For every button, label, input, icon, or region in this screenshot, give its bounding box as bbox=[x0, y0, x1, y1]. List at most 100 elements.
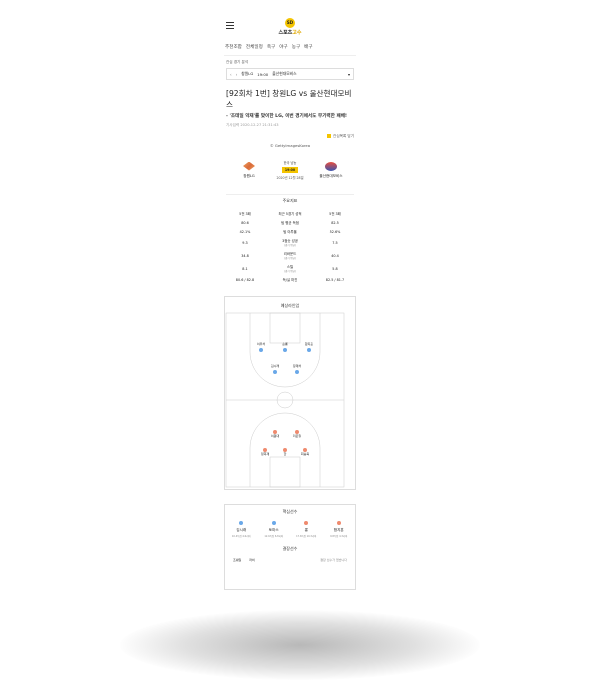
logo-ball-icon: SD bbox=[285, 18, 295, 28]
stat-away: 40.4 bbox=[331, 253, 339, 258]
nav-item[interactable]: 축구 bbox=[267, 44, 275, 50]
stat-label: 팀 평균 득점 bbox=[260, 220, 320, 225]
key-player-name: 토마스 bbox=[268, 528, 279, 532]
stat-home: 8.1 bbox=[242, 266, 248, 271]
match-card: 창원LG 한국 남농 19:00 2020년 12월 28일 울산현대모비스 bbox=[234, 154, 346, 186]
stat-label-sub: (경기 평균) bbox=[284, 257, 296, 260]
key-player: 함지훈 9.8득점 4.3리바 bbox=[324, 521, 354, 538]
player-name: 최승욱 bbox=[300, 452, 310, 456]
logo-mark: SD bbox=[286, 20, 294, 25]
key-players-list: 김시래 10.4득점 4.6리바 토마스 12.6득점 6.8리바 롱 17.6득점 … bbox=[225, 521, 355, 538]
player-dot-icon bbox=[283, 348, 287, 352]
absent-player: 조쉐일 bbox=[233, 558, 242, 562]
player-dot-icon bbox=[295, 370, 299, 374]
stats-header: 주요지표 bbox=[282, 198, 298, 203]
player-dot-icon bbox=[304, 521, 309, 525]
stat-row: 34.8 리바운드 (경기 평균) 40.4 bbox=[226, 249, 354, 262]
add-to-favorites[interactable]: 관심목록 담기 bbox=[224, 134, 354, 139]
no-absent-note: 결장 선수가 없습니다 bbox=[320, 558, 347, 562]
page-shadow bbox=[120, 610, 480, 680]
court-area: 이우석 숀롱 함지훈 김시래 장재석 이원대 리온윌 정희재 한 최승욱 bbox=[225, 312, 355, 489]
nav-item[interactable]: 야구 bbox=[279, 44, 287, 50]
stat-row: 42.1% 팀 야투율 52.6% bbox=[226, 227, 354, 236]
absent-title: 결장선수 bbox=[282, 546, 298, 551]
key-player-stat: 17.6득점 10.3리바 bbox=[296, 535, 317, 538]
player-name: 이우석 bbox=[256, 342, 266, 346]
home-team-name: 창원LG bbox=[243, 173, 255, 178]
key-player-name: 롱 bbox=[304, 528, 308, 532]
stat-home: 42.1% bbox=[239, 229, 251, 234]
menu-icon[interactable] bbox=[226, 22, 234, 29]
article-title: [92회차 1번] 창원LG vs 울산현대모비스 bbox=[226, 89, 352, 109]
stat-away: 5전 3패 bbox=[329, 212, 341, 216]
logo-text-accent: 고수 bbox=[292, 30, 302, 36]
stat-row: 8.1 스틸 (경기 평균) 5.8 bbox=[226, 262, 354, 275]
player-name: 장재석 bbox=[292, 364, 302, 368]
logo-text: 스포츠고수 bbox=[260, 29, 320, 36]
nav-item[interactable]: 추천조합 bbox=[225, 44, 242, 50]
prev-arrow-icon[interactable]: ‹ bbox=[230, 72, 232, 77]
lineup-player: 최승욱 bbox=[292, 446, 318, 456]
logo[interactable]: SD 스포츠고수 bbox=[260, 18, 320, 36]
main-nav: 추천조합 전체일정 축구 야구 농구 배구 bbox=[224, 42, 356, 56]
player-name: 정희재 bbox=[260, 452, 270, 456]
match-selector[interactable]: ‹ › 창원LG 19:00 울산현대모비스 ▾ bbox=[226, 68, 354, 80]
player-name: 숀롱 bbox=[282, 342, 288, 346]
next-arrow-icon[interactable]: › bbox=[236, 72, 238, 77]
stat-label-text: 득/실 마진 bbox=[282, 278, 298, 282]
nav-item[interactable]: 배구 bbox=[304, 44, 312, 50]
stat-label: 최근 5경기 성적 bbox=[260, 211, 320, 216]
article-subtitle: - '조테일 악재'를 맞이한 LG, 이번 경기에서도 무기력한 패배! bbox=[226, 114, 348, 119]
stat-row: 80.6 팀 평균 득점 82.5 bbox=[226, 218, 354, 227]
selector-home: 창원LG bbox=[241, 71, 254, 76]
star-icon bbox=[327, 134, 332, 138]
selector-away: 울산현대모비스 bbox=[272, 71, 297, 76]
player-dot-icon bbox=[271, 521, 276, 525]
stat-away: 82.5 bbox=[331, 220, 339, 225]
nav-item[interactable]: 전체일정 bbox=[246, 44, 263, 50]
stat-home: 80.6 / 82.8 bbox=[235, 277, 255, 282]
court-lines-icon bbox=[225, 312, 345, 488]
stat-label-text: 팀 평균 득점 bbox=[281, 221, 299, 225]
lineup-title: 예상라인업 bbox=[280, 303, 300, 308]
player-dot-icon bbox=[259, 348, 263, 352]
analysis-label: 관심 경기 분석 bbox=[226, 60, 249, 64]
key-player: 롱 17.6득점 10.3리바 bbox=[291, 521, 321, 538]
stat-label-text: 팀 야투율 bbox=[283, 230, 297, 234]
key-players: 핵심선수 김시래 10.4득점 4.6리바 토마스 12.6득점 6.8리바 롱 17… bbox=[224, 504, 356, 590]
stat-home: 9.3 bbox=[242, 240, 248, 245]
stat-away: 7.5 bbox=[332, 240, 338, 245]
key-player-name: 김시래 bbox=[236, 528, 247, 532]
dropdown-icon[interactable]: ▾ bbox=[348, 72, 350, 77]
player-dot-icon bbox=[239, 521, 244, 525]
stat-row: 80.6 / 82.8 득/실 마진 82.5 / 81.7 bbox=[226, 275, 354, 284]
article-meta: 기사입력 2020-12-27 21:31:43 bbox=[226, 123, 279, 127]
stat-label: 리바운드 (경기 평균) bbox=[260, 251, 320, 260]
favorites-label: 관심목록 담기 bbox=[333, 134, 354, 138]
player-name: 이원대 bbox=[270, 434, 280, 438]
stat-label: 득/실 마진 bbox=[260, 277, 320, 282]
player-name: 리온윌 bbox=[292, 434, 302, 438]
key-player: 김시래 10.4득점 4.6리바 bbox=[226, 521, 256, 538]
player-dot-icon bbox=[273, 370, 277, 374]
stat-away: 5.8 bbox=[332, 266, 338, 271]
stat-home: 80.6 bbox=[241, 220, 249, 225]
away-team-name: 울산현대모비스 bbox=[319, 173, 343, 178]
key-stats: 주요지표 5전 3패 최근 5경기 성적 5전 3패 80.6 팀 평균 득점 82.5… bbox=[226, 194, 354, 284]
stat-label: 3점슛 성공 (경기 평균) bbox=[260, 238, 320, 247]
stat-label: 팀 야투율 bbox=[260, 229, 320, 234]
nav-item[interactable]: 농구 bbox=[292, 44, 300, 50]
match-info: 한국 남농 19:00 2020년 12월 28일 bbox=[276, 160, 303, 180]
stat-home: 5전 3패 bbox=[239, 212, 251, 216]
image-credit: © GettyImagesKorea bbox=[269, 143, 311, 148]
home-team-logo bbox=[243, 161, 255, 171]
lineup-player: 이우석 bbox=[248, 342, 274, 352]
league-name: 한국 남농 bbox=[283, 161, 297, 165]
key-player-stat: 12.6득점 6.8리바 bbox=[264, 535, 284, 538]
player-dot-icon bbox=[307, 348, 311, 352]
stat-label-text: 최근 5경기 성적 bbox=[278, 212, 302, 216]
lineup-player: 함지훈 bbox=[296, 342, 322, 352]
away-team-logo bbox=[325, 161, 337, 171]
key-player: 토마스 12.6득점 6.8리바 bbox=[259, 521, 289, 538]
absent-players: 조쉐일 라비 결장 선수가 없습니다 bbox=[233, 558, 347, 562]
